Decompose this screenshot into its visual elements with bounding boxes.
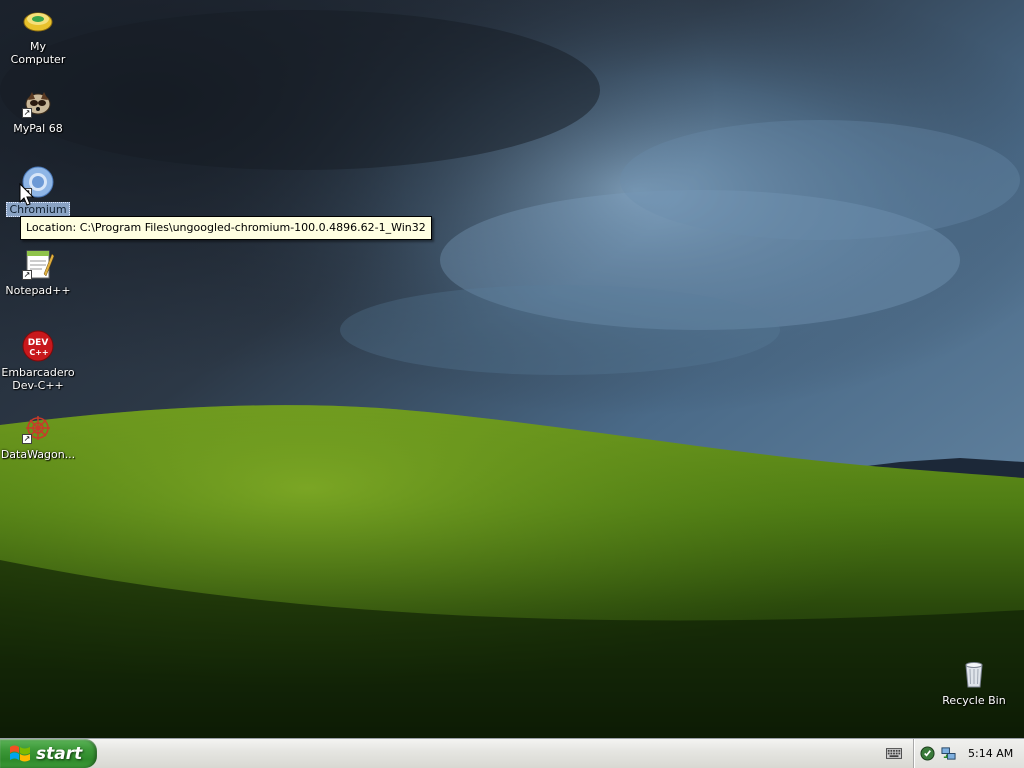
taskbar: start 5:14 AM bbox=[0, 738, 1024, 768]
desktop-icon-label: My Computer bbox=[10, 40, 66, 66]
desktop-icon-label: DataWagon... bbox=[0, 448, 76, 461]
my-computer-icon bbox=[22, 4, 54, 36]
mypal-icon: ↗ bbox=[22, 86, 54, 118]
desktop-icon-label: Notepad++ bbox=[5, 284, 71, 297]
recycle-bin-icon bbox=[958, 658, 990, 690]
desktop-icon-label: Embarcadero Dev-C++ bbox=[1, 366, 75, 392]
desktop-icon-recycle-bin[interactable]: Recycle Bin bbox=[936, 658, 1012, 707]
mouse-pointer-icon bbox=[19, 182, 35, 206]
desktop-icon-datawagon[interactable]: ↗ DataWagon... bbox=[0, 412, 76, 461]
clock[interactable]: 5:14 AM bbox=[968, 747, 1013, 760]
network-icon[interactable] bbox=[940, 746, 956, 762]
shortcut-arrow-icon: ↗ bbox=[22, 434, 32, 444]
desktop-icon-chromium[interactable]: ↗ Chromium bbox=[0, 166, 76, 217]
shortcut-arrow-icon: ↗ bbox=[22, 270, 32, 280]
svg-text:C++: C++ bbox=[29, 348, 48, 357]
desktop[interactable]: My Computer ↗ MyPal 68 ↗ Chromi bbox=[0, 0, 1024, 738]
taskbar-window-area[interactable] bbox=[100, 741, 880, 766]
desktop-icon-notepad-plus-plus[interactable]: ↗ Notepad++ bbox=[0, 248, 76, 297]
wallpaper-image bbox=[0, 0, 1024, 738]
shortcut-arrow-icon: ↗ bbox=[22, 108, 32, 118]
shield-icon[interactable] bbox=[919, 746, 935, 762]
desktop-icon-label: Recycle Bin bbox=[942, 694, 1006, 707]
icon-location-tooltip: Location: C:\Program Files\ungoogled-chr… bbox=[20, 216, 432, 240]
start-label: start bbox=[36, 743, 83, 764]
notepad-plus-plus-icon: ↗ bbox=[22, 248, 54, 280]
system-tray: 5:14 AM bbox=[913, 739, 1024, 768]
start-button[interactable]: start bbox=[0, 739, 97, 768]
datawagon-icon: ↗ bbox=[22, 412, 54, 444]
svg-text:DEV: DEV bbox=[28, 338, 49, 348]
desktop-icon-mypal[interactable]: ↗ MyPal 68 bbox=[0, 86, 76, 135]
desktop-icon-label: Chromium bbox=[6, 202, 70, 217]
desktop-icon-dev-cpp[interactable]: DEV C++ Embarcadero Dev-C++ bbox=[0, 330, 76, 392]
desktop-icon-label: MyPal 68 bbox=[13, 122, 63, 135]
keyboard-icon[interactable] bbox=[884, 744, 904, 762]
windows-logo-icon bbox=[10, 745, 30, 761]
dev-cpp-icon: DEV C++ bbox=[22, 330, 54, 362]
desktop-icon-my-computer[interactable]: My Computer bbox=[0, 4, 76, 66]
